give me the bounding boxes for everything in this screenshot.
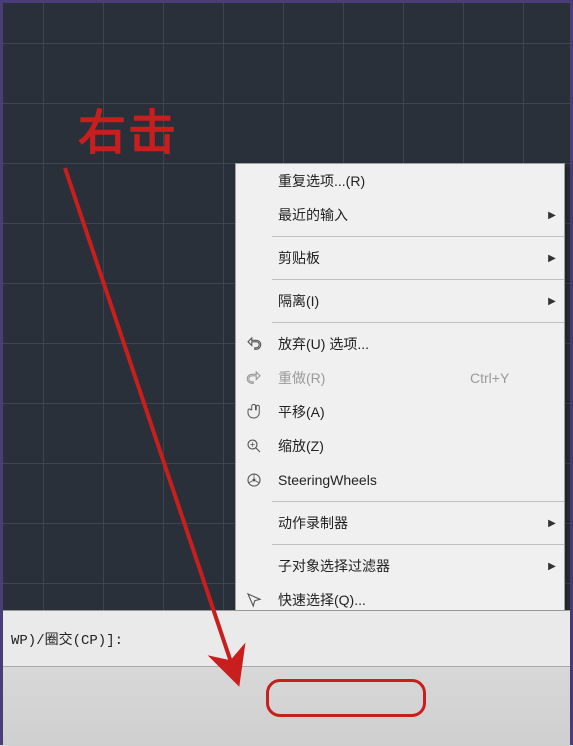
annotation-rightclick: 右击 — [78, 93, 178, 163]
zoom-icon — [236, 437, 272, 455]
menu-subobject-filter[interactable]: 子对象选择过滤器 ▶ — [236, 549, 564, 583]
hand-icon — [236, 403, 272, 421]
menu-label: 重做(R) — [272, 368, 470, 388]
redo-icon — [236, 369, 272, 387]
submenu-arrow-icon: ▶ — [540, 253, 564, 264]
shortcut-label: Ctrl+Y — [470, 370, 540, 386]
menu-label: SteeringWheels — [272, 472, 540, 488]
status-strip — [3, 666, 570, 746]
menu-separator — [272, 322, 564, 323]
menu-label: 快速选择(Q)... — [272, 590, 540, 610]
menu-label: 剪贴板 — [272, 248, 540, 268]
menu-pan[interactable]: 平移(A) — [236, 395, 564, 429]
menu-label: 平移(A) — [272, 402, 540, 422]
submenu-arrow-icon: ▶ — [540, 296, 564, 307]
command-line-bar[interactable]: WP)/圈交(CP)]: — [3, 610, 570, 666]
menu-repeat[interactable]: 重复选项...(R) — [236, 164, 564, 198]
steering-wheel-icon — [236, 471, 272, 489]
menu-label: 缩放(Z) — [272, 436, 540, 456]
menu-label: 最近的输入 — [272, 205, 540, 225]
menu-recent-input[interactable]: 最近的输入 ▶ — [236, 198, 564, 232]
undo-icon — [236, 335, 272, 353]
menu-label: 子对象选择过滤器 — [272, 556, 540, 576]
menu-separator — [272, 501, 564, 502]
submenu-arrow-icon: ▶ — [540, 561, 564, 572]
menu-label: 重复选项...(R) — [272, 171, 540, 191]
quick-select-icon — [236, 591, 272, 609]
menu-label: 放弃(U) 选项... — [272, 334, 540, 354]
command-line-text: WP)/圈交(CP)]: — [11, 629, 123, 649]
menu-isolate[interactable]: 隔离(I) ▶ — [236, 284, 564, 318]
menu-action-recorder[interactable]: 动作录制器 ▶ — [236, 506, 564, 540]
menu-separator — [272, 544, 564, 545]
submenu-arrow-icon: ▶ — [540, 210, 564, 221]
menu-zoom[interactable]: 缩放(Z) — [236, 429, 564, 463]
menu-clipboard[interactable]: 剪贴板 ▶ — [236, 241, 564, 275]
submenu-arrow-icon: ▶ — [540, 518, 564, 529]
menu-separator — [272, 236, 564, 237]
menu-steeringwheels[interactable]: SteeringWheels — [236, 463, 564, 497]
menu-undo[interactable]: 放弃(U) 选项... — [236, 327, 564, 361]
menu-separator — [272, 279, 564, 280]
menu-redo: 重做(R) Ctrl+Y — [236, 361, 564, 395]
menu-label: 动作录制器 — [272, 513, 540, 533]
menu-label: 隔离(I) — [272, 291, 540, 311]
